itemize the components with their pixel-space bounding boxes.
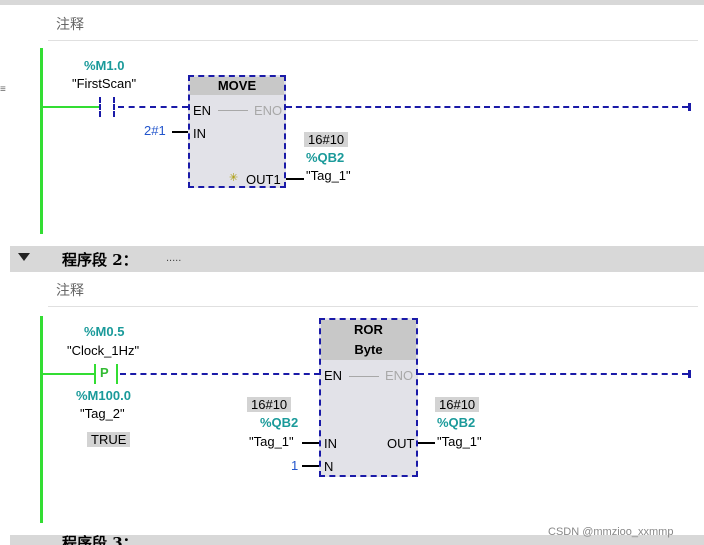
ror-pin-n: N [324, 459, 334, 474]
network1-contact-tag[interactable]: "FirstScan" [72, 76, 136, 91]
move-pin-eno: ENO [254, 103, 283, 118]
move-block-title: MOVE [190, 77, 284, 95]
network2-title-dots[interactable]: ..... [166, 252, 181, 264]
network2-header-bar[interactable]: 程序段 2： ..... [10, 246, 704, 272]
network2-wire-eno [418, 373, 688, 375]
move-out-star-icon: ✳ [229, 172, 239, 184]
move-block[interactable]: MOVE EN ENO IN ✳ OUT1 [188, 75, 286, 188]
network1-contact-address[interactable]: %M1.0 [84, 58, 124, 73]
p-contact-label: P [100, 365, 109, 380]
network2-wire-end [688, 370, 691, 378]
move-pin-en: EN [193, 103, 212, 118]
move-en-eno-line [218, 110, 248, 111]
ror-in-address[interactable]: %QB2 [260, 415, 298, 430]
ror-out-value: 16#10 [435, 397, 480, 412]
ror-in-value: 16#10 [247, 397, 292, 412]
network1-power-rail [40, 48, 43, 234]
network2-title: 程序段 2： [62, 251, 138, 269]
collapse-triangle-icon[interactable] [18, 253, 30, 261]
network1-wire-eno [286, 106, 688, 108]
ror-block-title: ROR [354, 322, 383, 337]
ror-block[interactable]: ROR Byte EN ENO IN OUT N [319, 318, 418, 477]
move-pin-in: IN [193, 126, 206, 141]
network2-contact-address[interactable]: %M0.5 [84, 324, 124, 339]
network1-wire-end [688, 103, 691, 111]
network2-p-contact[interactable]: P [94, 364, 120, 384]
ror-in-tag[interactable]: "Tag_1" [249, 434, 294, 449]
ror-n-wire [302, 465, 319, 467]
network1-wire-to-move [118, 106, 188, 108]
p-contact-right-bar [116, 364, 118, 384]
p-contact-left-bar [94, 364, 96, 384]
network2-contact-tag[interactable]: "Clock_1Hz" [67, 343, 139, 358]
network2-edge-address[interactable]: %M100.0 [76, 388, 131, 403]
ror-block-header: ROR Byte [321, 320, 416, 360]
network1-comment-row[interactable]: 注释 [48, 12, 698, 41]
network1-comment[interactable]: 注释 [56, 14, 84, 34]
network3-title: 程序段 3： [62, 535, 138, 545]
scroll-marker-icon[interactable]: ≡ [0, 84, 6, 95]
move-out-wire [286, 178, 304, 180]
ror-out-tag[interactable]: "Tag_1" [437, 434, 482, 449]
network2-power-rail [40, 316, 43, 523]
network1-contact[interactable] [98, 97, 118, 117]
contact-left-bar [99, 97, 103, 117]
move-out-value: 16#10 [304, 132, 349, 147]
ror-en-eno-line [349, 376, 379, 377]
move-pin-out1: OUT1 [246, 172, 281, 187]
ror-out-wire [418, 442, 435, 444]
move-in-constant[interactable]: 2#1 [144, 123, 166, 138]
move-in-wire [172, 131, 188, 133]
ror-pin-eno: ENO [385, 368, 414, 383]
ror-pin-en: EN [324, 368, 343, 383]
ror-block-type[interactable]: Byte [321, 340, 416, 360]
ror-pin-in: IN [324, 436, 337, 451]
network1-top-bar [0, 0, 704, 5]
network2-comment[interactable]: 注释 [56, 280, 84, 300]
ror-in-wire [302, 442, 319, 444]
contact-right-bar [113, 97, 117, 117]
watermark: CSDN @mmzioo_xxmmp [548, 526, 674, 538]
network2-wire-green [43, 373, 95, 375]
network2-wire-to-ror [120, 373, 320, 375]
network2-comment-row[interactable]: 注释 [48, 278, 698, 307]
ror-pin-out: OUT [387, 436, 415, 451]
network1-wire-green [43, 106, 99, 108]
network2-edge-tag[interactable]: "Tag_2" [80, 406, 125, 421]
move-out-tag[interactable]: "Tag_1" [306, 168, 351, 183]
network2-edge-value: TRUE [87, 432, 131, 447]
ror-out-address[interactable]: %QB2 [437, 415, 475, 430]
move-out-address[interactable]: %QB2 [306, 150, 344, 165]
ror-n-constant[interactable]: 1 [291, 458, 298, 473]
